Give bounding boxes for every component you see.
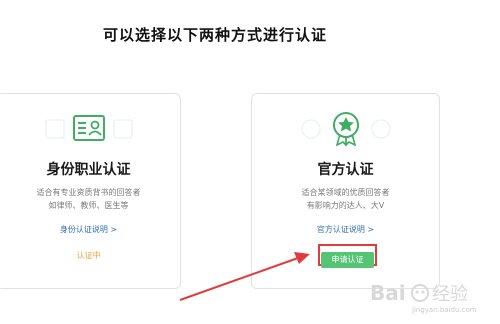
- identity-auth-help-link[interactable]: 身份认证说明 >: [0, 224, 180, 235]
- official-auth-card: 官方认证 适合某领域的优质回答者 有影响力的达人、大V 官方认证说明 > 申请认…: [251, 93, 440, 289]
- apply-certification-button[interactable]: 申请认证: [321, 251, 374, 268]
- identity-auth-description: 适合有专业资质背书的回答者 如律师、教师、医生等: [0, 186, 180, 212]
- baidu-watermark-logo-icon: Bai 经验: [370, 281, 468, 305]
- svg-text:经验: 经验: [432, 284, 468, 305]
- rosette-badge-icon: [301, 112, 390, 146]
- official-auth-help-link[interactable]: 官方认证说明 >: [252, 224, 439, 235]
- official-auth-description: 适合某领域的优质回答者 有影响力的达人、大V: [252, 186, 439, 212]
- identity-auth-status: 认证中: [76, 251, 101, 260]
- page-title: 可以选择以下两种方式进行认证: [102, 26, 327, 44]
- identity-auth-card: 身份职业认证 适合有专业资质背书的回答者 如律师、教师、医生等 身份认证说明 >…: [0, 93, 181, 289]
- identity-desc-line-2: 如律师、教师、医生等: [48, 201, 129, 210]
- apply-button-highlight: 申请认证: [318, 244, 377, 268]
- id-card-icon: [45, 115, 132, 141]
- svg-text:Bai: Bai: [370, 281, 406, 305]
- identity-desc-line-1: 适合有专业资质背书的回答者: [36, 188, 141, 197]
- official-auth-title: 官方认证: [317, 162, 374, 178]
- official-desc-line-2: 有影响力的达人、大V: [306, 201, 385, 210]
- identity-auth-title: 身份职业认证: [46, 162, 131, 178]
- watermark-url: jingyan.baidu.com: [412, 306, 477, 314]
- official-desc-line-1: 适合某领域的优质回答者: [301, 188, 390, 197]
